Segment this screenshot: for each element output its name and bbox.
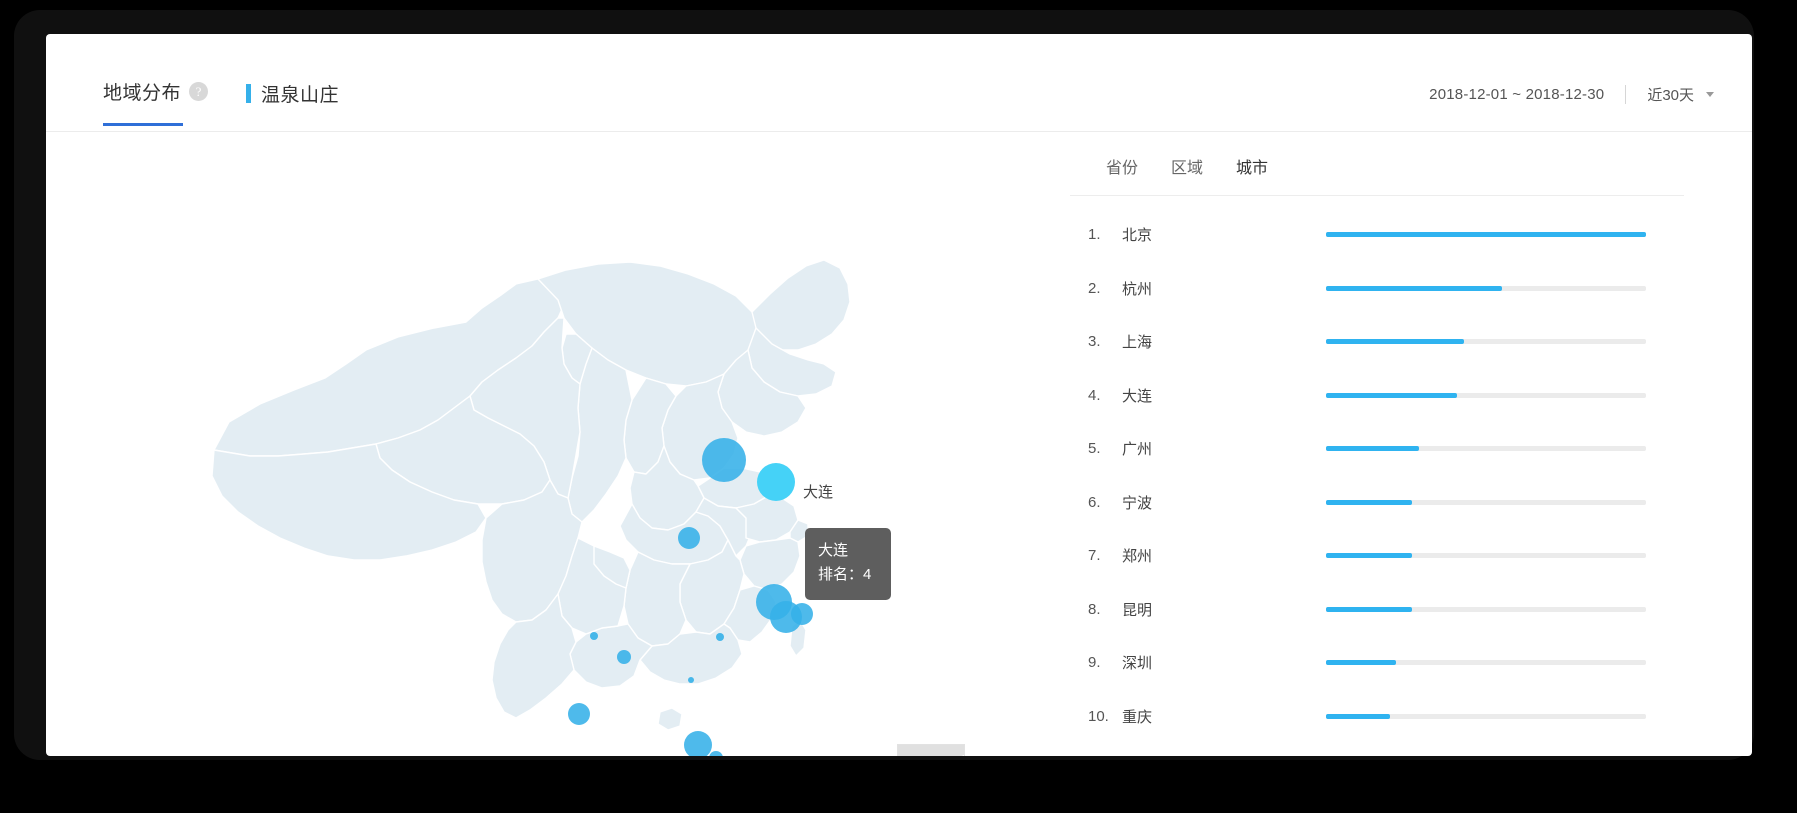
inset-map-svg bbox=[898, 745, 964, 756]
chevron-down-icon bbox=[1706, 92, 1714, 97]
rank-bar-track bbox=[1326, 607, 1646, 612]
rank-number: 7. bbox=[1088, 547, 1118, 564]
date-range-controls: 2018-12-01 ~ 2018-12-30 近30天 bbox=[1429, 84, 1714, 105]
rank-city-name: 宁波 bbox=[1122, 492, 1152, 513]
rank-bar-track bbox=[1326, 714, 1646, 719]
china-map-pane[interactable]: 大连 大连 排名：4 bbox=[46, 132, 1026, 756]
rank-city-name: 北京 bbox=[1122, 224, 1152, 245]
map-bubble-ningbo[interactable] bbox=[791, 603, 813, 625]
rank-city-name: 深圳 bbox=[1122, 652, 1152, 673]
ranking-row[interactable]: 7.郑州 bbox=[1046, 529, 1706, 583]
ranking-tabs: 省份 区域 城市 bbox=[1106, 154, 1268, 178]
keyword-label: 温泉山庄 bbox=[261, 80, 339, 107]
rank-bar-track bbox=[1326, 393, 1646, 398]
rank-bar-fill bbox=[1326, 714, 1390, 719]
map-bubble-dalian[interactable] bbox=[757, 463, 795, 501]
rank-bar-fill bbox=[1326, 393, 1457, 398]
page-title: 地域分布 bbox=[103, 78, 181, 105]
south-china-sea-inset: 南海 诸岛 bbox=[897, 744, 965, 756]
rank-number: 1. bbox=[1088, 226, 1118, 243]
rank-bar-fill bbox=[1326, 553, 1412, 558]
rank-bar-track bbox=[1326, 500, 1646, 505]
rank-bar-track bbox=[1326, 553, 1646, 558]
map-bubble-chongqing[interactable] bbox=[617, 650, 631, 664]
rank-city-name: 重庆 bbox=[1122, 706, 1152, 727]
rank-city-name: 上海 bbox=[1122, 331, 1152, 352]
map-bubble-label-dalian: 大连 bbox=[803, 481, 833, 502]
ranking-row[interactable]: 9.深圳 bbox=[1046, 636, 1706, 690]
keyword-block: 温泉山庄 bbox=[246, 80, 339, 107]
ranking-tab-省份[interactable]: 省份 bbox=[1106, 154, 1138, 178]
map-bubble-changsha[interactable] bbox=[688, 677, 694, 683]
screenshot-frame: 地域分布 ? 温泉山庄 2018-12-01 ~ 2018-12-30 近30天 bbox=[0, 0, 1797, 813]
rank-city-name: 大连 bbox=[1122, 385, 1152, 406]
date-range-text[interactable]: 2018-12-01 ~ 2018-12-30 bbox=[1429, 86, 1604, 103]
tooltip-city: 大连 bbox=[818, 539, 891, 563]
ranking-row[interactable]: 6.宁波 bbox=[1046, 476, 1706, 530]
range-preset-label: 近30天 bbox=[1647, 84, 1694, 105]
rank-city-name: 广州 bbox=[1122, 438, 1152, 459]
map-bubble-wuhan[interactable] bbox=[716, 633, 724, 641]
ranking-row[interactable]: 4.大连 bbox=[1046, 369, 1706, 423]
rank-number: 2. bbox=[1088, 280, 1118, 297]
rank-bar-fill bbox=[1326, 339, 1464, 344]
rank-bar-track bbox=[1326, 660, 1646, 665]
question-mark-icon[interactable]: ? bbox=[189, 82, 208, 101]
map-tooltip: 大连 排名：4 bbox=[805, 528, 891, 600]
map-bubble-zhengzhou[interactable] bbox=[678, 527, 700, 549]
rank-number: 9. bbox=[1088, 654, 1118, 671]
rank-bar-fill bbox=[1326, 232, 1646, 237]
rank-number: 6. bbox=[1088, 494, 1118, 511]
map-bubble-kunming[interactable] bbox=[568, 703, 590, 725]
divider bbox=[1070, 195, 1684, 196]
rank-number: 3. bbox=[1088, 333, 1118, 350]
ranking-row[interactable]: 10.重庆 bbox=[1046, 690, 1706, 744]
ranking-rows: 1.北京2.杭州3.上海4.大连5.广州6.宁波7.郑州8.昆明9.深圳10.重… bbox=[1046, 208, 1706, 743]
rank-bar-fill bbox=[1326, 446, 1419, 451]
rank-bar-track bbox=[1326, 339, 1646, 344]
rank-bar-fill bbox=[1326, 660, 1396, 665]
china-map-svg bbox=[46, 132, 1026, 756]
ranking-row[interactable]: 3.上海 bbox=[1046, 315, 1706, 369]
rank-bar-fill bbox=[1326, 286, 1502, 291]
ranking-row[interactable]: 8.昆明 bbox=[1046, 583, 1706, 637]
ranking-row[interactable]: 1.北京 bbox=[1046, 208, 1706, 262]
rank-city-name: 杭州 bbox=[1122, 278, 1152, 299]
rank-city-name: 郑州 bbox=[1122, 545, 1152, 566]
rank-number: 4. bbox=[1088, 387, 1118, 404]
map-bubble-chengdu[interactable] bbox=[590, 632, 598, 640]
divider bbox=[1625, 85, 1626, 104]
rank-city-name: 昆明 bbox=[1122, 599, 1152, 620]
range-preset-select[interactable]: 近30天 bbox=[1647, 84, 1714, 105]
rank-bar-track bbox=[1326, 446, 1646, 451]
ranking-row[interactable]: 5.广州 bbox=[1046, 422, 1706, 476]
active-tab-underline bbox=[103, 123, 183, 126]
rank-number: 10. bbox=[1088, 708, 1118, 725]
region-distribution-card: 地域分布 ? 温泉山庄 2018-12-01 ~ 2018-12-30 近30天 bbox=[46, 34, 1752, 756]
tooltip-rank: 排名：4 bbox=[818, 563, 891, 587]
map-bubble-beijing[interactable] bbox=[702, 438, 746, 482]
rank-bar-track bbox=[1326, 286, 1646, 291]
rank-number: 8. bbox=[1088, 601, 1118, 618]
device-shell: 地域分布 ? 温泉山庄 2018-12-01 ~ 2018-12-30 近30天 bbox=[14, 10, 1754, 760]
ranking-row[interactable]: 2.杭州 bbox=[1046, 262, 1706, 316]
ranking-pane: 省份区域城市 1.北京2.杭州3.上海4.大连5.广州6.宁波7.郑州8.昆明9… bbox=[1046, 132, 1706, 756]
rank-bar-track bbox=[1326, 232, 1646, 237]
rank-bar-fill bbox=[1326, 607, 1412, 612]
section-tab[interactable]: 地域分布 ? bbox=[103, 78, 208, 105]
ranking-tab-区域[interactable]: 区域 bbox=[1171, 154, 1203, 178]
map-bubble-guangzhou[interactable] bbox=[684, 731, 712, 756]
keyword-marker-bar bbox=[246, 84, 251, 103]
rank-bar-fill bbox=[1326, 500, 1412, 505]
ranking-tab-城市[interactable]: 城市 bbox=[1236, 154, 1268, 178]
rank-number: 5. bbox=[1088, 440, 1118, 457]
card-header: 地域分布 ? 温泉山庄 2018-12-01 ~ 2018-12-30 近30天 bbox=[46, 34, 1752, 132]
